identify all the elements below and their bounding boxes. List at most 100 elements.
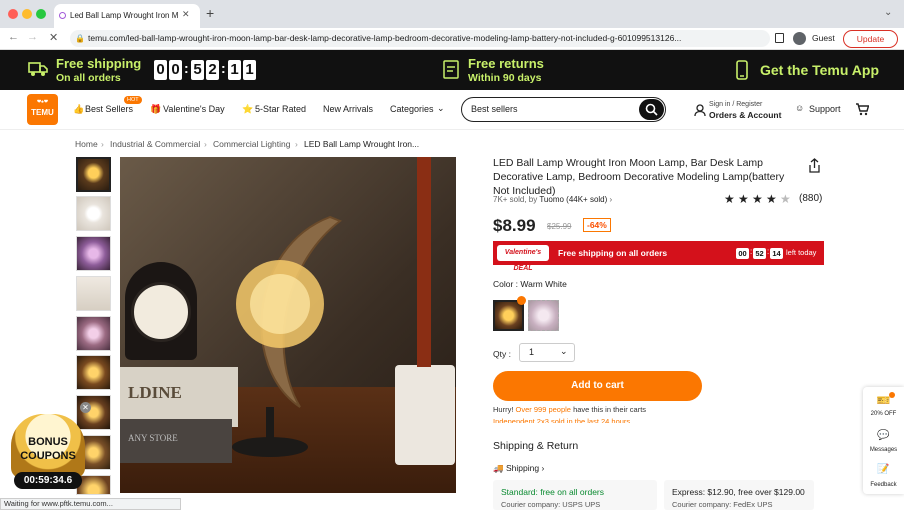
review-count[interactable]: (880) xyxy=(799,193,822,204)
product-thumbnail[interactable] xyxy=(76,236,111,271)
close-icon[interactable]: ✕ xyxy=(80,402,91,413)
new-tab-icon[interactable]: + xyxy=(206,5,214,21)
maximize-window-button[interactable] xyxy=(36,9,46,19)
express-couriers: Courier company: FedEx UPS xyxy=(672,500,773,509)
chevron-right-icon: › xyxy=(609,195,613,204)
close-window-button[interactable] xyxy=(8,9,18,19)
back-arrow-icon[interactable]: ← xyxy=(8,31,19,43)
address-bar-row: ← → ✕ 🔒 temu.com/led-ball-lamp-wrought-i… xyxy=(0,28,904,50)
support-icon: ☺ xyxy=(795,103,805,113)
cart-icon[interactable] xyxy=(855,103,869,116)
star-icon: ★ xyxy=(752,192,763,206)
feedback-icon[interactable]: 📝 xyxy=(863,464,904,475)
coupon-line1: BONUS xyxy=(28,436,68,448)
signin-line2[interactable]: Orders & Account xyxy=(709,110,781,120)
qty-select[interactable]: 1 ⌄ xyxy=(519,343,575,362)
loading-icon xyxy=(59,12,66,19)
nav-best-sellers[interactable]: Best Sellers xyxy=(85,104,133,114)
shipping-return-heading: Shipping & Return xyxy=(493,440,579,452)
book-label: LDINE xyxy=(128,383,182,402)
free-returns-sub: Within 90 days xyxy=(468,72,542,84)
breadcrumb-lighting[interactable]: Commercial Lighting xyxy=(213,139,290,149)
price: $8.99 xyxy=(493,216,536,235)
mug xyxy=(395,365,455,465)
stop-loading-icon[interactable]: ✕ xyxy=(49,31,58,44)
message-icon[interactable]: 💬 xyxy=(863,430,904,441)
browser-status-bar: Waiting for www.pftk.temu.com... xyxy=(0,498,181,510)
profile-avatar-icon[interactable] xyxy=(793,32,806,45)
share-icon[interactable] xyxy=(808,158,821,173)
signin-line1[interactable]: Sign in / Register xyxy=(709,101,762,108)
breadcrumb-industrial[interactable]: Industrial & Commercial xyxy=(110,139,200,149)
shipping-link[interactable]: 🚚 Shipping › xyxy=(493,463,544,474)
valentines-deal-badge: Valentine's DEAL xyxy=(497,245,549,272)
timer-digit: 5 xyxy=(191,60,204,80)
tab-list-chevron-icon[interactable]: ⌄ xyxy=(884,7,892,18)
product-thumbnail[interactable] xyxy=(76,316,111,351)
coupon-icon[interactable]: 🎫 xyxy=(863,394,904,407)
timer-digit: 0 xyxy=(169,60,182,80)
discount-badge: -64% xyxy=(583,218,611,232)
search-input[interactable]: Best sellers xyxy=(461,97,666,122)
nav-five-star[interactable]: 5-Star Rated xyxy=(255,104,306,114)
search-button[interactable] xyxy=(639,99,664,120)
discount-off-label[interactable]: 20% OFF xyxy=(863,411,904,417)
selected-swatch-badge xyxy=(517,296,526,305)
sold-info: 7K+ sold, by Tuomo (44K+ sold) › xyxy=(493,195,612,204)
returns-icon xyxy=(443,60,459,79)
get-app-link[interactable]: Get the Temu App xyxy=(760,62,879,78)
nav-valentines[interactable]: Valentine's Day xyxy=(163,104,225,114)
profile-label[interactable]: Guest xyxy=(812,31,835,46)
standard-couriers: Courier company: USPS UPS xyxy=(501,500,601,509)
update-button[interactable]: Update xyxy=(843,30,898,48)
temu-logo[interactable]: ❤♠❤ TEMU xyxy=(27,94,58,125)
deal-text: Free shipping on all orders xyxy=(558,248,668,258)
product-thumbnail[interactable] xyxy=(76,157,111,192)
truck-icon: 🚚 xyxy=(493,463,504,473)
bonus-coupons-widget[interactable]: BONUS COUPONS 00:59:34.6 xyxy=(11,412,85,489)
browser-tab[interactable]: Led Ball Lamp Wrought Iron M xyxy=(54,4,200,28)
nav-support[interactable]: Support xyxy=(809,104,841,114)
forward-arrow-icon[interactable]: → xyxy=(27,31,38,43)
sidebar-toggle-icon[interactable] xyxy=(775,33,784,43)
store-link[interactable]: Tuomo (44K+ sold) xyxy=(539,195,607,204)
express-shipping: Express: $12.90, free over $129.00 xyxy=(672,487,805,497)
messages-label[interactable]: Messages xyxy=(863,447,904,453)
usps-label: USPS xyxy=(562,500,583,509)
logo-text: TEMU xyxy=(31,108,54,117)
sold-recent: Independent 2x3 sold in the last 24 hour… xyxy=(493,417,631,423)
free-shipping-sub: On all orders xyxy=(56,72,121,84)
color-swatch-alt[interactable] xyxy=(528,300,559,331)
ups-label: UPS xyxy=(757,500,773,509)
minimize-window-button[interactable] xyxy=(22,9,32,19)
hurry-prefix: Hurry! xyxy=(493,405,514,414)
standard-shipping: Standard: free on all orders xyxy=(501,487,605,497)
coupon-line2: COUPONS xyxy=(20,450,76,462)
nav-new-arrivals[interactable]: New Arrivals xyxy=(323,104,373,114)
search-icon xyxy=(645,103,658,116)
old-price: $25.99 xyxy=(547,222,572,231)
product-thumbnail[interactable] xyxy=(76,196,111,231)
product-thumbnail[interactable] xyxy=(76,276,111,311)
tab-close-icon[interactable]: ✕ xyxy=(182,9,190,20)
product-thumbnail[interactable] xyxy=(76,355,111,390)
qty-value: 1 xyxy=(529,347,535,357)
hot-badge: HOT xyxy=(124,96,142,104)
timer-digit: 1 xyxy=(243,60,256,80)
chevron-down-icon: ⌄ xyxy=(560,346,568,356)
alarm-clock xyxy=(125,262,197,360)
candle xyxy=(417,157,431,367)
breadcrumb-separator: › xyxy=(101,139,104,149)
star-half-icon: ★ xyxy=(780,192,791,206)
sold-prefix: 7K+ sold, by xyxy=(493,195,538,204)
browser-tab-bar: Led Ball Lamp Wrought Iron M ✕ + ⌄ xyxy=(0,0,904,28)
breadcrumb-home[interactable]: Home xyxy=(75,139,98,149)
nav-categories[interactable]: Categories xyxy=(390,104,434,114)
add-to-cart-button[interactable]: Add to cart xyxy=(493,371,702,401)
timer-digit: 2 xyxy=(206,60,219,80)
product-main-image[interactable]: LDINE ANY STORE xyxy=(120,157,456,493)
feedback-label[interactable]: Feedback xyxy=(863,482,904,488)
url-field[interactable]: 🔒 temu.com/led-ball-lamp-wrought-iron-mo… xyxy=(70,30,770,47)
timer-colon: : xyxy=(184,60,189,76)
star-icon: ★ xyxy=(766,192,777,206)
